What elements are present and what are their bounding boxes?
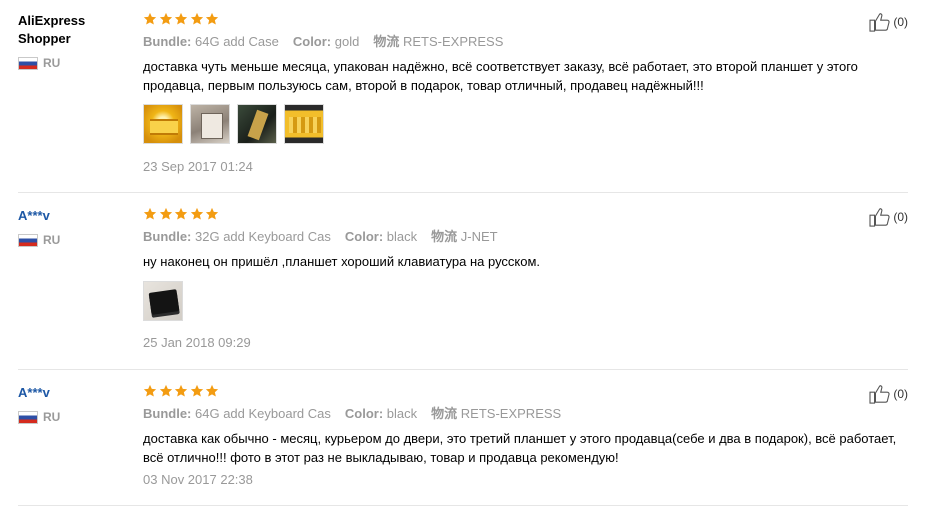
- review-photo-thumbnail[interactable]: [190, 104, 230, 144]
- shipping-key: 物流: [431, 229, 458, 244]
- bundle-key: Bundle:: [143, 229, 192, 244]
- shipping-key: 物流: [431, 406, 458, 421]
- bundle-attribute: Bundle: 64G add Keyboard Cas: [143, 405, 331, 423]
- star-icon: [174, 12, 188, 26]
- like-button[interactable]: (0): [869, 12, 908, 32]
- review-photos: [143, 104, 863, 144]
- color-attribute: Color: gold: [293, 33, 359, 51]
- star-icon: [174, 384, 188, 398]
- color-key: Color:: [344, 406, 384, 421]
- order-attributes: Bundle: 64G add Keyboard Cas Color: blac…: [143, 405, 863, 423]
- reviewer-info: A***v RU: [18, 207, 136, 247]
- like-button[interactable]: (0): [869, 384, 908, 404]
- star-icon: [190, 12, 204, 26]
- reviewer-name[interactable]: A***v: [18, 207, 136, 225]
- review-divider: [18, 192, 908, 193]
- star-icon: [159, 12, 173, 26]
- bundle-attribute: Bundle: 32G add Keyboard Cas: [143, 228, 331, 246]
- star-icon: [190, 207, 204, 221]
- star-icon: [143, 384, 157, 398]
- color-key: Color:: [292, 34, 332, 49]
- reviewer-info: AliExpress Shopper RU: [18, 12, 136, 70]
- review-divider: [18, 369, 908, 370]
- bundle-value: 32G add Keyboard Cas: [195, 229, 331, 244]
- reviewer-country: RU: [18, 233, 136, 247]
- like-count: (0): [893, 210, 908, 224]
- color-attribute: Color: black: [345, 228, 417, 246]
- review-date: 03 Nov 2017 22:38: [143, 472, 253, 487]
- shipping-key: 物流: [373, 34, 400, 49]
- like-count: (0): [893, 387, 908, 401]
- color-attribute: Color: black: [345, 405, 417, 423]
- review-photo-thumbnail[interactable]: [284, 104, 324, 144]
- star-icon: [205, 384, 219, 398]
- review-photo-thumbnail[interactable]: [143, 281, 183, 321]
- review-date: 23 Sep 2017 01:24: [143, 159, 253, 174]
- review-photos: [143, 281, 863, 321]
- star-rating: [143, 384, 863, 400]
- country-code: RU: [43, 56, 61, 70]
- country-code: RU: [43, 410, 61, 424]
- review-photo-thumbnail[interactable]: [237, 104, 277, 144]
- star-icon: [159, 384, 173, 398]
- shipping-attribute: 物流 RETS-EXPRESS: [431, 405, 561, 423]
- review-content: Bundle: 64G add Keyboard Cas Color: blac…: [143, 384, 896, 487]
- star-icon: [205, 12, 219, 26]
- bundle-attribute: Bundle: 64G add Case: [143, 33, 279, 51]
- review-content: Bundle: 64G add Case Color: gold 物流 RETS…: [143, 12, 863, 174]
- russia-flag-icon: [18, 233, 38, 247]
- review-content: Bundle: 32G add Keyboard Cas Color: blac…: [143, 207, 863, 350]
- reviewer-info: A***v RU: [18, 384, 136, 424]
- bundle-key: Bundle:: [143, 34, 192, 49]
- reviewer-name-line2: Shopper: [18, 31, 71, 46]
- star-icon: [143, 207, 157, 221]
- order-attributes: Bundle: 32G add Keyboard Cas Color: blac…: [143, 228, 863, 246]
- reviewer-country: RU: [18, 56, 136, 70]
- star-rating: [143, 207, 863, 223]
- bundle-key: Bundle:: [143, 406, 192, 421]
- russia-flag-icon: [18, 56, 38, 70]
- bundle-value: 64G add Case: [195, 34, 279, 49]
- shipping-value: J-NET: [460, 229, 498, 244]
- reviewer-name[interactable]: A***v: [18, 384, 136, 402]
- order-attributes: Bundle: 64G add Case Color: gold 物流 RETS…: [143, 33, 863, 51]
- star-icon: [205, 207, 219, 221]
- like-count: (0): [893, 15, 908, 29]
- color-value: black: [386, 229, 418, 244]
- star-icon: [174, 207, 188, 221]
- review-text: ну наконец он пришёл ,планшет хороший кл…: [143, 254, 541, 269]
- review-photo-thumbnail[interactable]: [143, 104, 183, 144]
- shipping-attribute: 物流 J-NET: [431, 228, 497, 246]
- reviewer-name: AliExpress: [18, 13, 86, 28]
- reviewer-country: RU: [18, 410, 136, 424]
- thumbs-up-icon[interactable]: [869, 207, 891, 227]
- review-date: 25 Jan 2018 09:29: [143, 335, 251, 350]
- star-icon: [143, 12, 157, 26]
- star-icon: [190, 384, 204, 398]
- country-code: RU: [43, 233, 61, 247]
- shipping-value: RETS-EXPRESS: [460, 406, 562, 421]
- review-text: доставка как обычно - месяц, курьером до…: [143, 431, 897, 465]
- thumbs-up-icon[interactable]: [869, 12, 891, 32]
- color-key: Color:: [344, 229, 384, 244]
- review-text: доставка чуть меньше месяца, упакован на…: [143, 59, 858, 93]
- like-button[interactable]: (0): [869, 207, 908, 227]
- thumbs-up-icon[interactable]: [869, 384, 891, 404]
- review-divider: [18, 505, 908, 506]
- star-rating: [143, 12, 863, 28]
- shipping-attribute: 物流 RETS-EXPRESS: [373, 33, 503, 51]
- star-icon: [159, 207, 173, 221]
- shipping-value: RETS-EXPRESS: [402, 34, 504, 49]
- bundle-value: 64G add Keyboard Cas: [195, 406, 331, 421]
- russia-flag-icon: [18, 410, 38, 424]
- color-value: black: [386, 406, 418, 421]
- color-value: gold: [334, 34, 360, 49]
